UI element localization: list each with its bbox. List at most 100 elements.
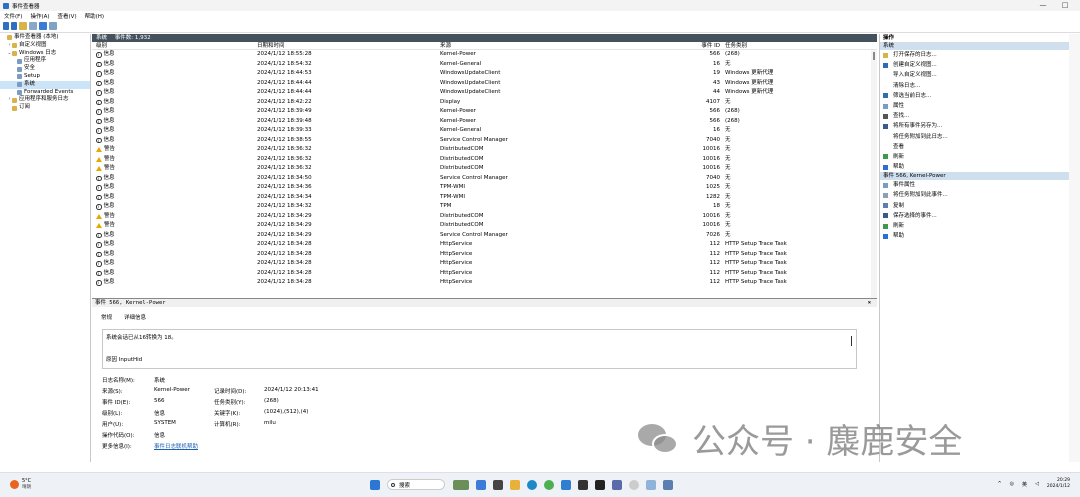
action-item[interactable]: 保存选择的事件... — [880, 211, 1069, 221]
taskbar-search[interactable]: 搜索 — [387, 479, 445, 490]
table-row[interactable]: i 信息 2024/1/12 18:39:33 Kernel-General 16 无 — [92, 126, 877, 136]
action-item[interactable]: 将所有事件另存为... — [880, 121, 1069, 131]
table-row[interactable]: i 信息 2024/1/12 18:54:32 Kernel-General 16 无 — [92, 60, 877, 70]
terminal-icon[interactable] — [578, 479, 588, 490]
table-row[interactable]: i 信息 2024/1/12 18:34:29 Service Control Man… — [92, 231, 877, 241]
edge-icon[interactable] — [527, 479, 537, 490]
action-item[interactable]: 属性 — [880, 101, 1069, 111]
table-row[interactable]: i 信息 2024/1/12 18:55:28 Kernel-Power 566 (268… — [92, 50, 877, 60]
action-item[interactable]: 将任务附加到此日志... — [880, 132, 1069, 142]
tree-item-6[interactable]: 系统 — [0, 80, 90, 89]
weather-widget[interactable]: 5°C 晴朗 — [10, 478, 31, 490]
table-row[interactable]: 警告 2024/1/12 18:36:32 DistributedCOM 10016 无 — [92, 164, 877, 174]
table-row[interactable]: i 信息 2024/1/12 18:34:32 TPM 18 无 — [92, 202, 877, 212]
actions-section-log[interactable]: 系统 — [880, 42, 1069, 50]
tree-item-9[interactable]: 订阅 — [0, 104, 90, 112]
start-icon[interactable] — [370, 479, 380, 490]
window-scrollbar[interactable] — [1069, 34, 1080, 462]
action-item[interactable]: 创建自定义视图... — [880, 60, 1069, 70]
grid-scrollbar[interactable] — [871, 50, 877, 298]
cmd-icon[interactable] — [595, 479, 605, 490]
minimize-button[interactable]: — — [1032, 0, 1054, 11]
tab-general[interactable]: 常规 — [101, 313, 112, 321]
table-row[interactable]: i 信息 2024/1/12 18:34:34 TPM-WMI 1282 无 — [92, 193, 877, 203]
file-explorer-icon[interactable] — [510, 479, 520, 490]
table-row[interactable]: i 信息 2024/1/12 18:34:28 HttpService 112 HTTP … — [92, 240, 877, 250]
chrome-icon[interactable] — [544, 479, 554, 490]
action-item[interactable]: 复制 — [880, 201, 1069, 211]
tree-item-1[interactable]: › 自定义视图 — [0, 42, 90, 50]
online-help-link[interactable]: 事件日志联机帮助 — [154, 442, 198, 450]
table-row[interactable]: i 信息 2024/1/12 18:34:50 Service Control Man… — [92, 174, 877, 184]
table-row[interactable]: 警告 2024/1/12 18:36:32 DistributedCOM 10016 无 — [92, 155, 877, 165]
tree-item-8[interactable]: › 应用程序和服务日志 — [0, 96, 90, 104]
tree-item-0[interactable]: 事件查看器 (本地) — [0, 34, 90, 42]
action-item[interactable]: 帮助 — [880, 162, 1069, 172]
network-app-icon[interactable] — [646, 479, 656, 490]
input-language[interactable]: 英 — [1022, 481, 1027, 488]
chat-icon[interactable] — [476, 479, 486, 490]
table-row[interactable]: 警告 2024/1/12 18:34:29 DistributedCOM 10016 无 — [92, 221, 877, 231]
table-row[interactable]: i 信息 2024/1/12 18:34:28 HttpService 112 HTTP … — [92, 269, 877, 279]
action-item[interactable]: 将任务附加到此事件... — [880, 190, 1069, 200]
chevron-up-icon[interactable]: ^ — [997, 481, 1001, 487]
action-item[interactable]: 清除日志... — [880, 81, 1069, 91]
column-datetime[interactable]: 日期和时间 — [257, 42, 285, 50]
action-item[interactable]: 打开保存的日志... — [880, 50, 1069, 60]
event-message-box[interactable]: 系统会话已从16转换为 18。 原因 InputHid — [102, 329, 857, 369]
menu-file[interactable]: 文件(F) — [4, 12, 22, 20]
store-icon[interactable] — [561, 479, 571, 490]
table-row[interactable]: 警告 2024/1/12 18:34:29 DistributedCOM 10016 无 — [92, 212, 877, 222]
column-source[interactable]: 来源 — [440, 42, 451, 50]
network-icon[interactable]: ◎ — [1010, 481, 1014, 487]
app-icon[interactable] — [612, 479, 622, 490]
tree-item-4[interactable]: 安全 — [0, 65, 90, 73]
back-icon[interactable] — [3, 22, 9, 30]
menu-help[interactable]: 帮助(H) — [85, 12, 104, 20]
folder-icon[interactable] — [19, 22, 27, 30]
tab-details[interactable]: 详细信息 — [124, 313, 146, 321]
table-row[interactable]: i 信息 2024/1/12 18:39:49 Kernel-Power 566 (268… — [92, 107, 877, 117]
show-actions-icon[interactable] — [49, 22, 57, 30]
tree-item-5[interactable]: Setup — [0, 73, 90, 81]
table-row[interactable]: i 信息 2024/1/12 18:38:55 Service Control Man… — [92, 136, 877, 146]
tree-item-label: 订阅 — [19, 104, 31, 111]
column-event-id[interactable]: 事件 ID — [682, 42, 720, 50]
speaker-icon[interactable]: ◁ — [1035, 481, 1039, 487]
task-view-icon[interactable] — [493, 479, 503, 490]
action-item[interactable]: 帮助 — [880, 231, 1069, 241]
column-level[interactable]: 级别 — [96, 42, 107, 50]
table-row[interactable]: i 信息 2024/1/12 18:44:44 WindowsUpdateClient… — [92, 79, 877, 89]
column-task-category[interactable]: 任务类别 — [725, 42, 747, 50]
action-item[interactable]: 导入自定义视图... — [880, 70, 1069, 80]
table-row[interactable]: i 信息 2024/1/12 18:34:28 HttpService 112 HTTP … — [92, 259, 877, 269]
action-label: 复制 — [893, 202, 905, 209]
table-row[interactable]: i 信息 2024/1/12 18:44:53 WindowsUpdateClient… — [92, 69, 877, 79]
table-row[interactable]: i 信息 2024/1/12 18:42:22 Display 4107 无 — [92, 98, 877, 108]
help-icon[interactable] — [39, 22, 47, 30]
menu-view[interactable]: 查看(V) — [58, 12, 77, 20]
table-row[interactable]: i 信息 2024/1/12 18:34:28 HttpService 112 HTTP … — [92, 250, 877, 260]
forward-icon[interactable] — [11, 22, 17, 30]
action-item[interactable]: 查找... — [880, 111, 1069, 121]
close-icon[interactable]: × — [868, 299, 871, 307]
table-row[interactable]: i 信息 2024/1/12 18:34:36 TPM-WMI 1025 无 — [92, 183, 877, 193]
table-row[interactable]: 警告 2024/1/12 18:36:32 DistributedCOM 10016 无 — [92, 145, 877, 155]
action-item[interactable]: 刷新 — [880, 221, 1069, 231]
tree-item-3[interactable]: 应用程序 — [0, 57, 90, 65]
table-row[interactable]: i 信息 2024/1/12 18:39:48 Kernel-Power 566 (268… — [92, 117, 877, 127]
action-item[interactable]: 事件属性 — [880, 180, 1069, 190]
clock[interactable]: 20:29 2024/1/12 — [1047, 478, 1070, 490]
table-row[interactable]: i 信息 2024/1/12 18:34:28 HttpService 112 HTTP … — [92, 278, 877, 288]
clock-app-icon[interactable] — [629, 479, 639, 490]
table-row[interactable]: i 信息 2024/1/12 18:44:44 WindowsUpdateClient… — [92, 88, 877, 98]
event-viewer-taskbar-icon[interactable] — [663, 479, 673, 490]
show-tree-icon[interactable] — [29, 22, 37, 30]
action-item[interactable]: 查看 — [880, 142, 1069, 152]
actions-section-event[interactable]: 事件 566, Kernel-Power — [880, 172, 1069, 181]
maximize-button[interactable]: □ — [1054, 0, 1076, 11]
widgets-icon[interactable] — [453, 479, 469, 490]
action-item[interactable]: 刷新 — [880, 152, 1069, 162]
action-item[interactable]: 筛选当前日志... — [880, 91, 1069, 101]
menu-action[interactable]: 操作(A) — [30, 12, 49, 20]
